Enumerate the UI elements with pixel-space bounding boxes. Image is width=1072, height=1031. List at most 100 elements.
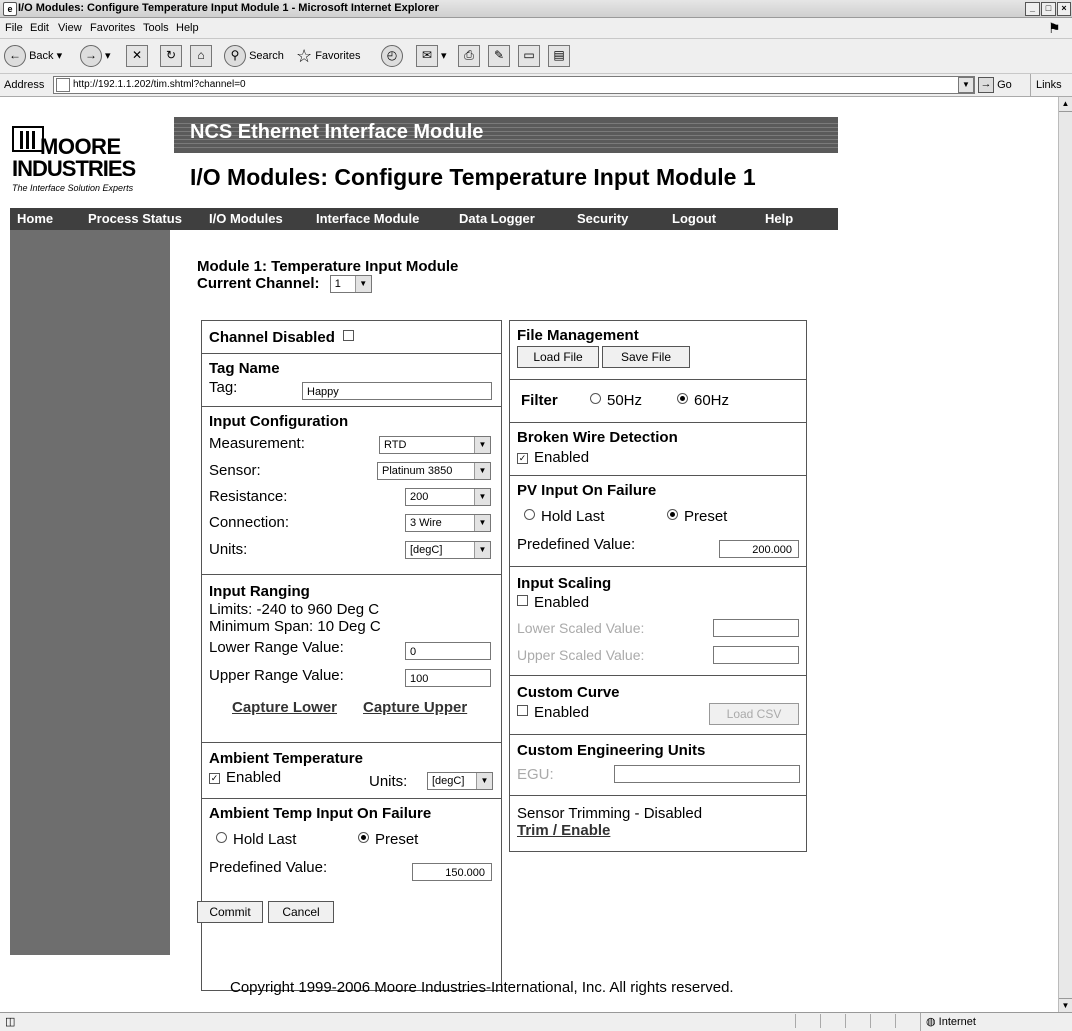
favorites-button[interactable]: ☆ Favorites [296, 44, 360, 68]
links-button[interactable]: Links [1030, 74, 1062, 96]
ambient-preset-option[interactable]: Preset [358, 831, 418, 848]
menu-edit[interactable]: Edit [30, 18, 49, 38]
save-file-button[interactable]: Save File [602, 346, 690, 368]
broken-wire-heading: Broken Wire Detection [517, 429, 678, 446]
custom-eu-heading: Custom Engineering Units [517, 742, 706, 759]
toolbar: ← Back ▾ → ▾ ✕ ↻ ⌂ ⚲ Search ☆ Favorites … [0, 39, 1072, 74]
maximize-icon[interactable]: □ [1041, 2, 1056, 16]
nav-process-status[interactable]: Process Status [88, 208, 182, 230]
pv-predefined-label: Predefined Value: [517, 536, 636, 553]
home-button[interactable]: ⌂ [190, 44, 212, 68]
menu-view[interactable]: View [58, 18, 82, 38]
commit-button[interactable]: Commit [197, 901, 263, 923]
menu-favorites[interactable]: Favorites [90, 18, 135, 38]
history-button[interactable]: ◴ [381, 44, 403, 68]
scroll-up-icon[interactable]: ▲ [1059, 97, 1072, 112]
back-button[interactable]: ← Back ▾ [4, 44, 62, 68]
measurement-select[interactable]: RTD ▼ [379, 436, 491, 454]
address-input[interactable]: http://192.1.1.202/tim.shtml?channel=0 [53, 76, 975, 94]
load-csv-button[interactable]: Load CSV [709, 703, 799, 725]
egu-input[interactable] [614, 765, 800, 783]
lower-range-input[interactable]: 0 [405, 642, 491, 660]
forward-button[interactable]: → ▾ [80, 44, 111, 68]
ambient-heading: Ambient Temperature [209, 750, 363, 767]
connection-select[interactable]: 3 Wire ▼ [405, 514, 491, 532]
menu-help[interactable]: Help [176, 18, 199, 38]
load-file-button[interactable]: Load File [517, 346, 599, 368]
ambient-predefined-input[interactable]: 150.000 [412, 863, 492, 881]
pv-preset-option[interactable]: Preset [667, 508, 727, 525]
address-dropdown-icon[interactable]: ▼ [958, 77, 974, 93]
capture-upper-link[interactable]: Capture Upper [363, 699, 467, 716]
minimize-icon[interactable]: _ [1025, 2, 1040, 16]
ambient-temperature-section: Ambient Temperature ✓ Enabled Units: [deg… [202, 743, 501, 799]
tag-input[interactable]: Happy [302, 382, 492, 400]
nav-interface-module[interactable]: Interface Module [316, 208, 419, 230]
pv-hold-last-option[interactable]: Hold Last [524, 508, 604, 525]
nav-logout[interactable]: Logout [672, 208, 716, 230]
search-button[interactable]: ⚲ Search [224, 44, 284, 68]
sensor-trimming-section: Sensor Trimming - Disabled Trim / Enable [510, 796, 806, 850]
upper-range-input[interactable]: 100 [405, 669, 491, 687]
broken-wire-section: Broken Wire Detection ✓ Enabled [510, 423, 806, 476]
research-button[interactable]: ▤ [548, 44, 570, 68]
menu-tools[interactable]: Tools [143, 18, 169, 38]
limits-text: Limits: -240 to 960 Deg C [209, 601, 380, 618]
hold-last-radio[interactable] [216, 832, 227, 843]
ambient-hold-last-option[interactable]: Hold Last [216, 831, 296, 848]
tag-name-heading: Tag Name [209, 360, 280, 377]
edit-page-icon: ✎ [488, 45, 510, 68]
logo-industries: INDUSTRIES [12, 156, 136, 181]
sensor-select[interactable]: Platinum 3850 ▼ [377, 462, 491, 480]
input-scaling-checkbox[interactable] [517, 595, 528, 606]
input-ranging-heading: Input Ranging [209, 583, 310, 600]
discuss-button[interactable]: ▭ [518, 44, 540, 68]
lower-scaled-input[interactable] [713, 619, 799, 637]
pv-failure-heading: PV Input On Failure [517, 482, 657, 499]
discuss-icon: ▭ [518, 45, 540, 68]
custom-curve-checkbox[interactable] [517, 705, 528, 716]
upper-scaled-label: Upper Scaled Value: [517, 647, 645, 663]
scroll-down-icon[interactable]: ▼ [1059, 998, 1072, 1013]
ambient-units-select[interactable]: [degC] ▼ [427, 772, 493, 790]
mail-button[interactable]: ✉ ▾ [416, 44, 447, 68]
trim-enable-link[interactable]: Trim / Enable [517, 822, 610, 839]
pv-preset-radio[interactable] [667, 509, 678, 520]
menu-file[interactable]: File [5, 18, 23, 38]
go-button[interactable]: → Go [978, 74, 1012, 96]
custom-eu-section: Custom Engineering Units EGU: [510, 735, 806, 796]
print-button[interactable]: ⎙ [458, 44, 480, 68]
capture-lower-link[interactable]: Capture Lower [232, 699, 337, 716]
channel-disabled-checkbox[interactable] [343, 330, 355, 341]
nav-security[interactable]: Security [577, 208, 628, 230]
filter-60hz-radio[interactable] [677, 393, 688, 404]
ambient-enabled-checkbox[interactable]: ✓ [209, 773, 220, 784]
chevron-down-icon: ▼ [474, 437, 490, 453]
refresh-button[interactable]: ↻ [160, 44, 182, 68]
pv-hold-last-radio[interactable] [524, 509, 535, 520]
nav-data-logger[interactable]: Data Logger [459, 208, 535, 230]
filter-60hz-option[interactable]: 60Hz [677, 392, 729, 409]
units-select[interactable]: [degC] ▼ [405, 541, 491, 559]
preset-radio[interactable] [358, 832, 369, 843]
stop-button[interactable]: ✕ [126, 44, 148, 68]
filter-50hz-radio[interactable] [590, 393, 601, 404]
resistance-select[interactable]: 200 ▼ [405, 488, 491, 506]
nav-home[interactable]: Home [17, 208, 53, 230]
cancel-button[interactable]: Cancel [268, 901, 334, 923]
channel-select[interactable]: 1 ▼ [329, 275, 372, 294]
edit-button[interactable]: ✎ [488, 44, 510, 68]
upper-scaled-input[interactable] [713, 646, 799, 664]
ambient-predefined-label: Predefined Value: [209, 859, 328, 876]
vertical-scrollbar[interactable]: ▲ ▼ [1058, 97, 1072, 1012]
pv-predefined-input[interactable]: 200.000 [719, 540, 799, 558]
forward-arrow-icon: → [80, 45, 102, 68]
filter-label: Filter [521, 392, 558, 409]
nav-io-modules[interactable]: I/O Modules [209, 208, 283, 230]
nav-help[interactable]: Help [765, 208, 793, 230]
filter-50hz-option[interactable]: 50Hz [590, 392, 642, 409]
channel-disabled-label: Channel Disabled [209, 329, 360, 346]
close-icon[interactable]: × [1057, 2, 1071, 16]
upper-range-label: Upper Range Value: [209, 667, 344, 684]
broken-wire-checkbox[interactable]: ✓ [517, 453, 528, 464]
